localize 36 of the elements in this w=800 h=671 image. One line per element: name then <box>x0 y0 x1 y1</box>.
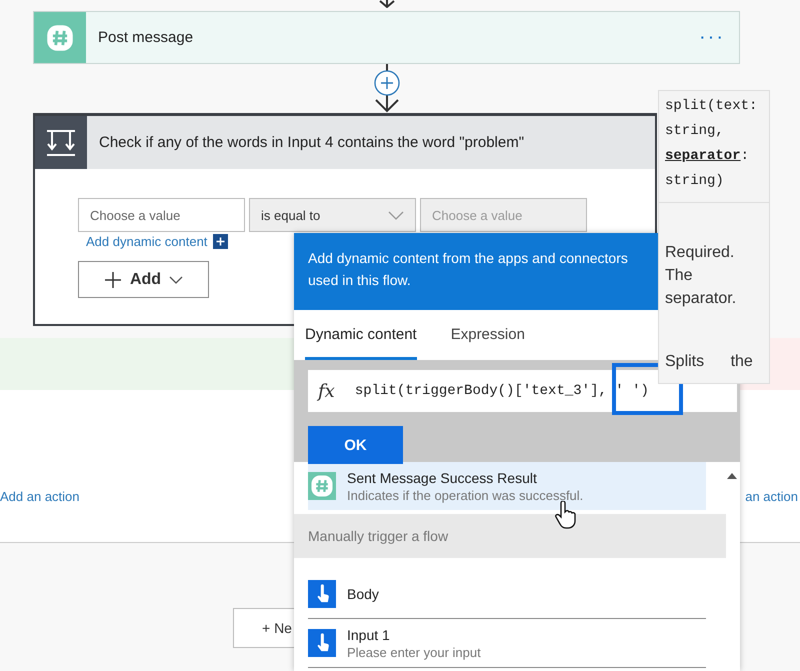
add-button[interactable]: Add <box>78 261 209 298</box>
hash-icon <box>34 12 86 63</box>
card-header[interactable]: Check if any of the words in Input 4 contains the word "problem" <box>35 116 655 169</box>
dynamic-content-item[interactable]: Sent Message Success Result Indicates if the operation was successful. <box>308 462 706 510</box>
dynamic-content-item[interactable]: Input 1 Please enter your input <box>308 619 706 668</box>
arrow-icon <box>379 0 395 8</box>
chevron-down-icon <box>169 276 184 284</box>
tab[interactable]: Expression <box>450 310 525 360</box>
value-field[interactable]: Choose a value <box>78 198 245 232</box>
item-title: Sent Message Success Result <box>347 470 538 486</box>
value-input[interactable]: Choose a value <box>90 208 233 222</box>
item-title: Body <box>347 586 379 602</box>
item-description: Please enter your input <box>347 644 481 660</box>
plus-icon <box>104 270 122 288</box>
function-description: Splits the <box>664 352 754 372</box>
expression-field[interactable]: fx split(triggerBody()['text_3'], ' ') <box>308 370 737 412</box>
more-menu[interactable]: ··· <box>699 26 725 49</box>
function-symbol: fx <box>318 380 335 402</box>
group-header: Manually trigger a flow <box>294 514 726 558</box>
post-message-card[interactable]: Post message ··· <box>33 11 740 64</box>
new-step-button[interactable]: + Ne <box>233 608 297 648</box>
hand-cursor-icon <box>554 501 576 529</box>
dynamic-content-item[interactable]: Body <box>308 570 706 619</box>
item-description: Indicates if the operation was successful. <box>347 488 584 502</box>
chevron-down-icon <box>388 210 404 220</box>
add-action-link[interactable]: Add an action <box>0 489 80 504</box>
add-dynamic-content-link[interactable]: Add dynamic content <box>86 234 208 249</box>
add-action-link[interactable]: an action <box>745 489 798 504</box>
item-title: Input 1 <box>347 626 391 642</box>
card-title: Post message <box>98 29 194 46</box>
ok-button[interactable]: OK <box>308 426 403 464</box>
parameter-help: Required. The separator. <box>664 243 738 309</box>
function-signature: split(text: string, separator: string) <box>659 91 769 203</box>
expression-input[interactable]: split(triggerBody()['text_3'], ' ') <box>354 383 685 399</box>
scroll-up-icon[interactable] <box>727 473 737 479</box>
card-title: Check if any of the words in Input 4 contains the word "problem" <box>99 134 524 151</box>
